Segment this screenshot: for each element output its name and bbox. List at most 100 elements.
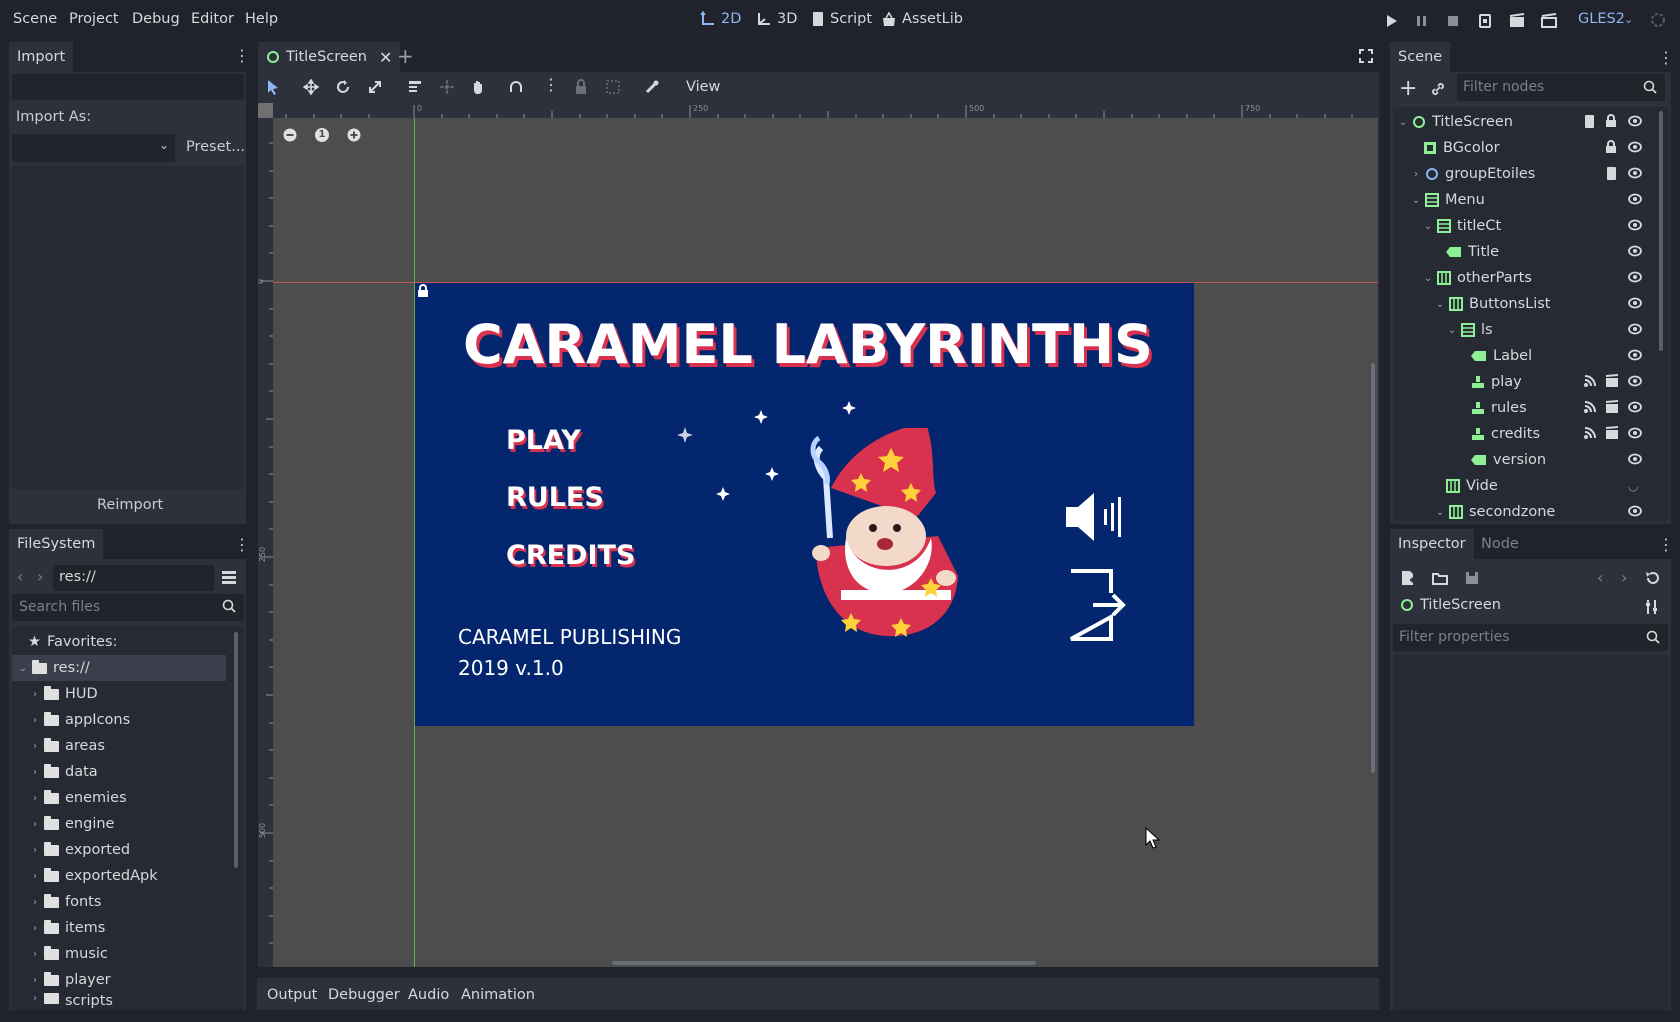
filter-properties-input[interactable]: Filter properties [1393,624,1668,651]
scene-node-titlescreen[interactable]: ⌄ TitleScreen [1398,109,1513,135]
scene-node-label[interactable]: Label [1471,343,1532,369]
pan-tool-icon[interactable] [470,79,486,95]
rotate-tool-icon[interactable] [335,79,351,95]
filter-nodes-input[interactable]: Filter nodes [1457,74,1665,101]
play-scene-icon[interactable] [1508,12,1526,30]
signal-icon[interactable] [1583,426,1597,440]
menu-help[interactable]: Help [245,11,278,27]
eye-icon[interactable] [1628,271,1642,283]
tab-filesystem[interactable]: FileSystem [9,529,104,559]
view-menu[interactable]: View [686,79,720,95]
scene-node-otherparts[interactable]: ⌄ otherParts [1423,265,1532,291]
tab-animation[interactable]: Animation [461,987,535,1003]
new-resource-icon[interactable] [1400,570,1416,586]
eye-icon[interactable] [1628,167,1642,179]
save-icon[interactable] [1464,570,1480,586]
exit-icon[interactable] [1067,567,1129,643]
move-tool-icon[interactable] [303,79,319,95]
history-icon[interactable] [1645,570,1661,586]
eye-closed-icon[interactable]: ◡ [1628,479,1638,493]
tab-inspector[interactable]: Inspector [1390,529,1474,559]
scene-node-ls[interactable]: ⌄ ls [1447,317,1493,343]
list-select-icon[interactable] [407,79,423,95]
tab-node[interactable]: Node [1473,529,1527,559]
eye-icon[interactable] [1628,427,1642,439]
forward-arrow-icon[interactable]: › [37,567,43,586]
snap-tool-icon[interactable] [508,79,524,95]
signal-icon[interactable] [1583,374,1597,388]
tab-audio[interactable]: Audio [408,987,449,1003]
scene-node-menu[interactable]: ⌄ Menu [1411,187,1485,213]
menu-dots-icon[interactable]: ⋮ [234,535,250,554]
folder-item[interactable]: › exportedApk [30,863,158,889]
workspace-assetlib-button[interactable]: AssetLib [881,11,963,27]
path-field[interactable]: res:// [53,565,214,591]
horizontal-scrollbar[interactable] [612,961,1036,965]
group-icon[interactable] [1605,400,1619,414]
menu-dots-icon[interactable]: ⋮ [1658,48,1674,67]
folder-item[interactable]: › fonts [30,889,101,915]
eye-icon[interactable] [1628,349,1642,361]
preset-button[interactable]: Preset... [186,139,245,155]
scene-node-version[interactable]: version [1471,447,1546,473]
remote-debug-icon[interactable] [1476,12,1494,30]
menu-dots-icon[interactable]: ⋮ [543,75,559,94]
pivot-tool-icon[interactable] [439,79,455,95]
workspace-2d-button[interactable]: 2D [700,11,741,27]
menu-scene[interactable]: Scene [13,11,57,27]
folder-item[interactable]: › scripts [30,993,113,1010]
fullscreen-icon[interactable] [1358,48,1374,64]
scene-node-secondzone[interactable]: ⌄ secondzone [1435,499,1556,521]
workspace-script-button[interactable]: Script [811,11,872,27]
folder-item[interactable]: › HUD [30,681,98,707]
res-root-item[interactable]: ⌄ res:// [12,655,226,681]
tab-debugger[interactable]: Debugger [328,987,400,1003]
tab-import[interactable]: Import [9,42,74,72]
close-icon[interactable]: ✕ [379,48,392,67]
eye-icon[interactable] [1628,297,1642,309]
add-node-icon[interactable]: + [1399,76,1417,101]
script-icon[interactable] [1583,114,1596,129]
folder-item[interactable]: › music [30,941,108,967]
tools-icon[interactable] [1645,599,1659,615]
inspected-object[interactable]: TitleScreen [1400,597,1501,613]
menu-dots-icon[interactable]: ⋮ [1658,535,1674,554]
stop-icon[interactable] [1444,12,1462,30]
eye-icon[interactable] [1628,453,1642,465]
folder-item[interactable]: › appIcons [30,707,130,733]
eye-icon[interactable] [1628,375,1642,387]
scene-node-bgcolor[interactable]: BGcolor [1423,135,1500,161]
add-tab-icon[interactable]: + [397,44,414,68]
viewport[interactable]: 0 250 500 750 0 250 500 1 CARAMEL LABYRI… [258,103,1378,967]
open-folder-icon[interactable] [1432,570,1448,586]
lock-icon[interactable] [1605,114,1617,128]
pause-icon[interactable] [1413,12,1431,30]
folder-item[interactable]: › player [30,967,111,993]
menu-project[interactable]: Project [69,11,119,27]
play-icon[interactable] [1382,12,1400,30]
folder-item[interactable]: › items [30,915,105,941]
scene-node-title[interactable]: Title [1446,239,1499,265]
menu-editor[interactable]: Editor [191,11,234,27]
favorites-item[interactable]: ★ Favorites: [28,629,117,655]
history-forward-icon[interactable]: › [1621,568,1627,587]
scene-node-rules[interactable]: rules [1471,395,1527,421]
scene-node-play[interactable]: play [1471,369,1522,395]
reimport-button[interactable]: Reimport [97,497,163,513]
back-arrow-icon[interactable]: ‹ [17,567,23,586]
eye-icon[interactable] [1628,323,1642,335]
folder-item[interactable]: › enemies [30,785,127,811]
vertical-scrollbar[interactable] [1371,363,1375,773]
eye-icon[interactable] [1628,115,1642,127]
zoom-out-icon[interactable] [283,128,297,142]
skeleton-icon[interactable] [644,79,660,95]
import-as-select[interactable]: ⌄ [12,134,175,162]
scene-node-groupetoiles[interactable]: › groupEtoiles [1411,161,1535,187]
tab-output[interactable]: Output [267,987,317,1003]
group-icon[interactable] [1605,374,1619,388]
game-scene[interactable]: CARAMEL LABYRINTHS PLAY RULES CREDITS CA… [415,283,1194,726]
tab-titlescreen[interactable]: TitleScreen ✕ [258,42,401,72]
renderer-select[interactable]: GLES2 [1578,11,1625,27]
select-tool-icon[interactable] [266,79,280,95]
eye-icon[interactable] [1628,193,1642,205]
